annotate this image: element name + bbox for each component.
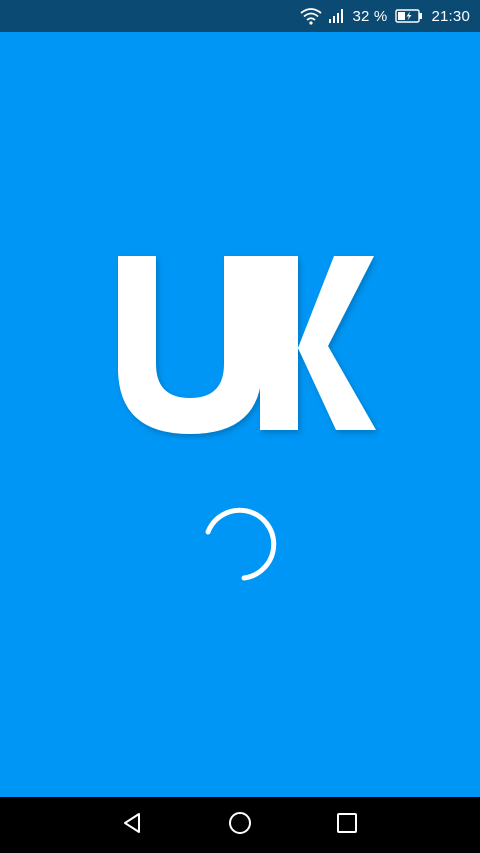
home-circle-icon [227, 810, 253, 841]
signal-icon [328, 8, 346, 24]
status-icons: 32 % 21:30 [300, 0, 470, 32]
clock: 21:30 [431, 7, 470, 25]
recents-square-icon [336, 812, 358, 839]
recents-button[interactable] [329, 807, 365, 843]
splash-screen: 32 % 21:30 [0, 0, 480, 853]
wifi-icon [300, 7, 323, 25]
back-triangle-icon [120, 811, 144, 840]
loading-spinner [198, 502, 282, 586]
navigation-bar [0, 797, 480, 853]
home-button[interactable] [222, 807, 258, 843]
back-button[interactable] [114, 807, 150, 843]
battery-charging-icon [395, 9, 423, 23]
battery-percent: 32 % [352, 7, 388, 25]
status-bar: 32 % 21:30 [0, 0, 480, 32]
app-logo [112, 248, 380, 440]
